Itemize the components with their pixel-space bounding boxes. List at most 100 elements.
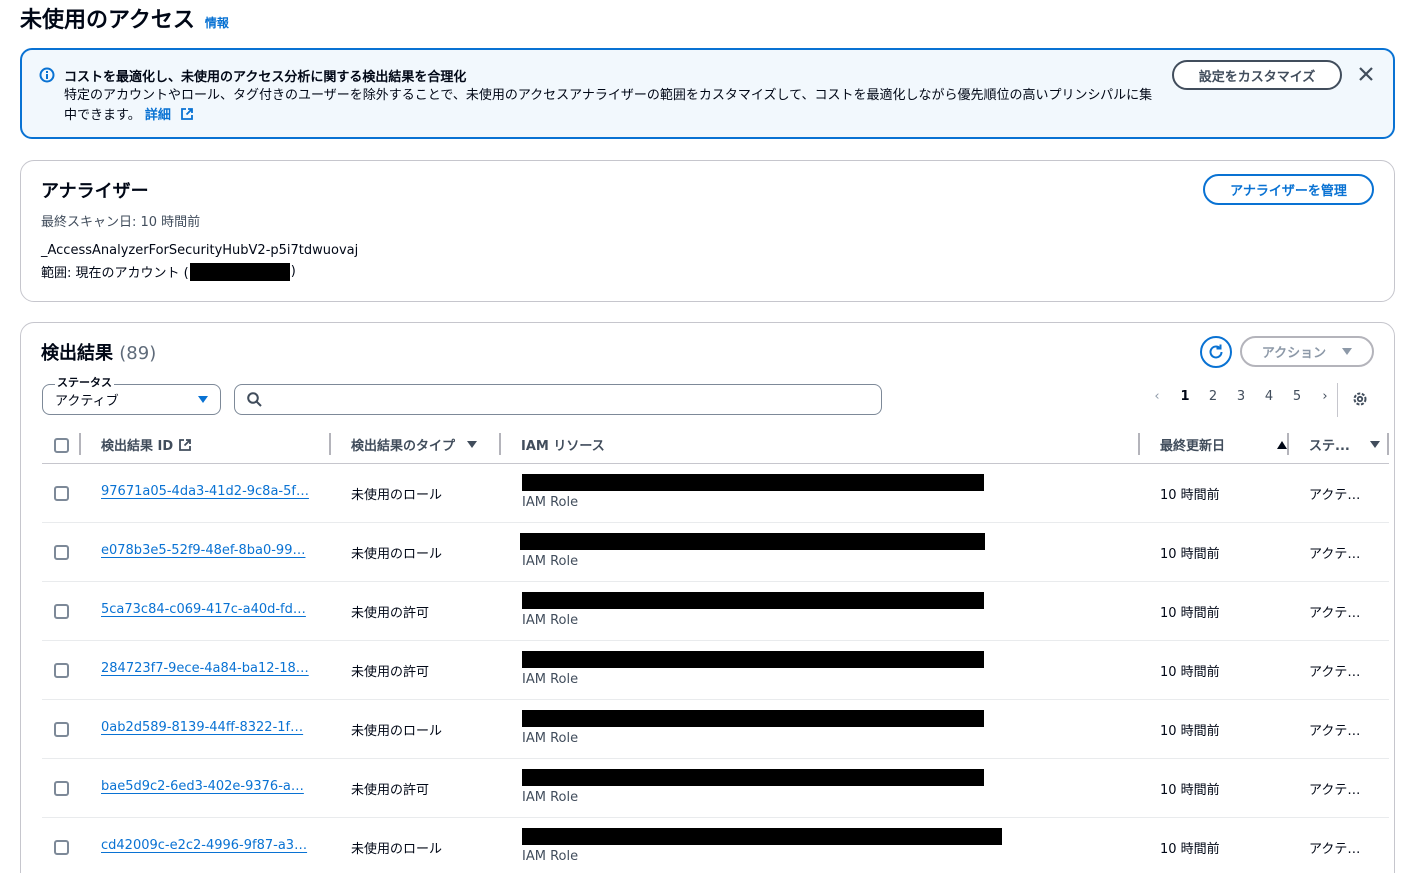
finding-status: アクテ…	[1309, 547, 1361, 562]
sort-caret-icon	[1369, 441, 1380, 448]
page-3[interactable]: 3	[1227, 389, 1255, 404]
page-4[interactable]: 4	[1255, 389, 1283, 404]
finding-type: 未使用の許可	[351, 606, 430, 621]
refresh-icon	[1209, 344, 1223, 359]
last-updated: 10 時間前	[1160, 547, 1220, 562]
row-checkbox[interactable]	[54, 781, 69, 796]
column-header-type[interactable]: 検出結果のタイプ	[351, 435, 478, 454]
banner-text: 特定のアカウントやロール、タグ付きのユーザーを除外することで、未使用のアクセスア…	[64, 88, 1153, 123]
page-title: 未使用のアクセス	[20, 8, 195, 33]
finding-id-link[interactable]: 97671a05-4da3-41d2-9c8a-5f…	[101, 484, 311, 499]
column-separator	[1287, 433, 1289, 455]
external-link-icon	[179, 438, 192, 451]
finding-id-cell: 284723f7-9ece-4a84-ba12-18…	[101, 661, 311, 676]
row-checkbox[interactable]	[54, 486, 69, 501]
finding-id-cell: cd42009c-e2c2-4996-9f87-a3…	[101, 838, 311, 853]
table-row: 5ca73c84-c069-417c-a40d-fd… 未使用の許可 IAM Rol…	[42, 582, 1389, 641]
info-circle-icon	[39, 67, 55, 83]
page-5[interactable]: 5	[1283, 389, 1311, 404]
finding-status: アクテ…	[1309, 842, 1361, 857]
finding-type: 未使用の許可	[351, 783, 430, 798]
finding-type: 未使用のロール	[351, 488, 443, 503]
table-row: bae5d9c2-6ed3-402e-9376-a… 未使用の許可 IAM Role…	[42, 759, 1389, 818]
customize-settings-button[interactable]: 設定をカスタマイズ	[1172, 60, 1342, 90]
analyzer-card: アナライザー 最終スキャン日: 10 時間前 _AccessAnalyzerFo…	[20, 160, 1395, 302]
table-row: e078b3e5-52f9-48ef-8ba0-99… 未使用のロール IAM Ro…	[42, 523, 1389, 582]
column-separator	[1138, 433, 1140, 455]
table-row: 0ab2d589-8139-44ff-8322-1f… 未使用のロール IAM Ro…	[42, 700, 1389, 759]
row-checkbox[interactable]	[54, 722, 69, 737]
close-icon[interactable]	[1358, 66, 1374, 82]
finding-status: アクテ…	[1309, 665, 1361, 680]
column-separator	[79, 433, 81, 455]
caret-down-icon	[198, 396, 208, 403]
column-header-status[interactable]: ステ...	[1309, 435, 1380, 454]
analyzer-scope: 範囲: 現在のアカウント ( )	[41, 262, 296, 281]
previous-page-icon[interactable]: ‹	[1143, 389, 1171, 404]
column-separator	[499, 433, 501, 455]
resource-type: IAM Role	[522, 672, 579, 687]
finding-type: 未使用のロール	[351, 547, 443, 562]
actions-label: アクション	[1261, 346, 1327, 361]
last-updated: 10 時間前	[1160, 665, 1220, 680]
search-box[interactable]	[234, 384, 882, 415]
finding-id-cell: bae5d9c2-6ed3-402e-9376-a…	[101, 779, 311, 794]
page-2[interactable]: 2	[1199, 389, 1227, 404]
column-separator	[1387, 433, 1389, 455]
table-row: 284723f7-9ece-4a84-ba12-18… 未使用の許可 IAM Rol…	[42, 641, 1389, 700]
external-link-icon[interactable]	[181, 108, 193, 120]
finding-status: アクテ…	[1309, 606, 1361, 621]
redacted-account-id	[189, 262, 290, 281]
status-filter-value: アクティブ	[55, 394, 119, 409]
finding-id-link[interactable]: 0ab2d589-8139-44ff-8322-1f…	[101, 720, 311, 735]
info-link[interactable]: 情報	[205, 14, 229, 31]
refresh-button[interactable]	[1200, 336, 1232, 368]
status-filter-label: ステータス	[55, 374, 114, 390]
page-header: 未使用のアクセス 情報	[20, 2, 229, 34]
findings-title: 検出結果 (89)	[41, 339, 156, 365]
redacted-resource-arn	[522, 828, 1002, 845]
redacted-resource-arn	[522, 651, 984, 668]
finding-type: 未使用の許可	[351, 665, 430, 680]
findings-title-text: 検出結果	[41, 343, 113, 364]
search-input[interactable]	[272, 392, 852, 407]
select-all-checkbox[interactable]	[54, 438, 69, 453]
gear-icon[interactable]	[1351, 390, 1369, 408]
finding-id-cell: 0ab2d589-8139-44ff-8322-1f…	[101, 720, 311, 735]
finding-id-link[interactable]: e078b3e5-52f9-48ef-8ba0-99…	[101, 543, 311, 558]
page-1[interactable]: 1	[1171, 389, 1199, 404]
finding-id-cell: 5ca73c84-c069-417c-a40d-fd…	[101, 602, 311, 617]
redacted-resource-arn	[522, 710, 984, 727]
finding-id-link[interactable]: 284723f7-9ece-4a84-ba12-18…	[101, 661, 311, 676]
row-checkbox[interactable]	[54, 663, 69, 678]
row-checkbox[interactable]	[54, 545, 69, 560]
caret-down-icon	[1342, 348, 1353, 355]
next-page-icon[interactable]: ›	[1311, 389, 1339, 404]
banner-title: コストを最適化し、未使用のアクセス分析に関する検出結果を合理化	[64, 70, 467, 85]
banner-body: 特定のアカウントやロール、タグ付きのユーザーを除外することで、未使用のアクセスア…	[64, 86, 1154, 126]
table-body: 97671a05-4da3-41d2-9c8a-5f… 未使用のロール IAM Ro…	[42, 464, 1389, 873]
resource-type: IAM Role	[522, 613, 579, 628]
row-checkbox[interactable]	[54, 840, 69, 855]
sort-caret-icon	[467, 441, 478, 448]
pagination: ‹ 1 2 3 4 5 ›	[1143, 389, 1339, 404]
scope-label: 範囲: 現在のアカウント (	[41, 266, 189, 281]
finding-type: 未使用のロール	[351, 724, 443, 739]
column-header-resource[interactable]: IAM リソース	[521, 435, 605, 454]
pager-divider	[1337, 383, 1338, 417]
finding-id-cell: 97671a05-4da3-41d2-9c8a-5f…	[101, 484, 311, 499]
last-updated: 10 時間前	[1160, 606, 1220, 621]
resource-type: IAM Role	[522, 849, 579, 864]
finding-id-link[interactable]: cd42009c-e2c2-4996-9f87-a3…	[101, 838, 311, 853]
learn-more-link[interactable]: 詳細	[145, 108, 171, 123]
column-header-id[interactable]: 検出結果 ID	[101, 435, 192, 454]
finding-id-link[interactable]: 5ca73c84-c069-417c-a40d-fd…	[101, 602, 311, 617]
column-header-updated[interactable]: 最終更新日	[1160, 435, 1288, 454]
row-checkbox[interactable]	[54, 604, 69, 619]
manage-analyzer-button[interactable]: アナライザーを管理	[1203, 174, 1374, 205]
actions-dropdown-button[interactable]: アクション	[1240, 336, 1374, 367]
analyzer-last-scan: 最終スキャン日: 10 時間前	[41, 215, 201, 230]
redacted-resource-arn	[522, 474, 984, 491]
finding-id-link[interactable]: bae5d9c2-6ed3-402e-9376-a…	[101, 779, 311, 794]
last-updated: 10 時間前	[1160, 724, 1220, 739]
